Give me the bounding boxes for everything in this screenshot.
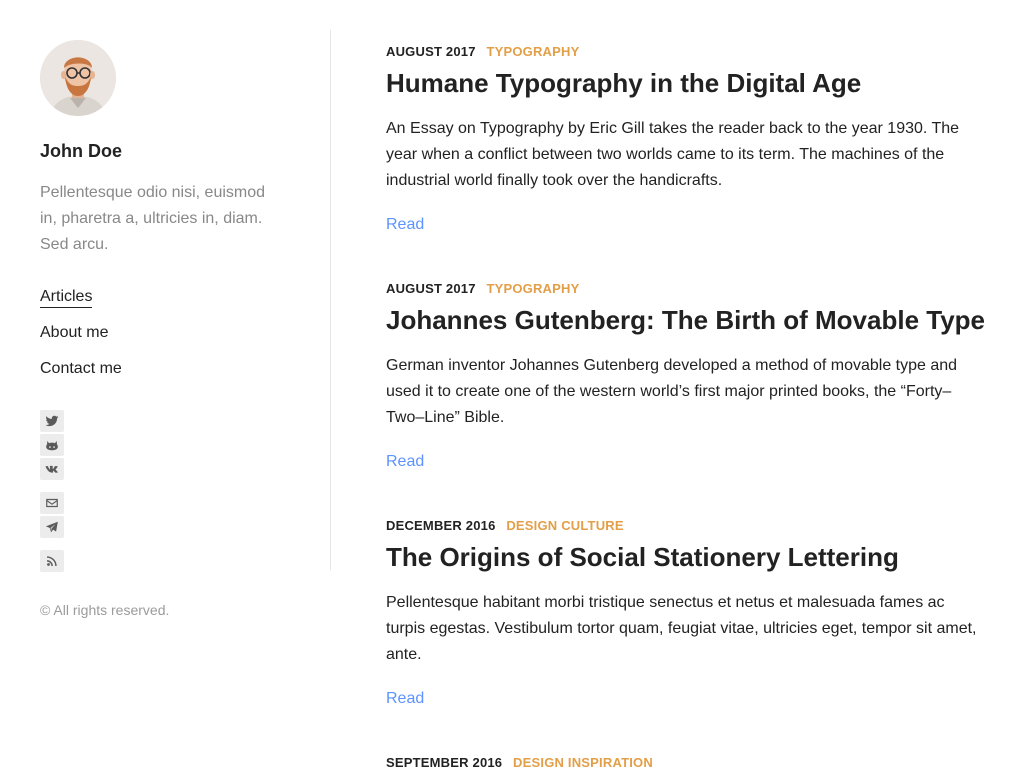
post-meta: DECEMBER 2016 DESIGN CULTURE: [386, 518, 986, 534]
main-menu: Articles About me Contact me: [40, 286, 122, 394]
post-title[interactable]: Humane Typography in the Digital Age: [386, 66, 986, 100]
post-title[interactable]: The Origins of Social Stationery Letteri…: [386, 540, 986, 574]
post-category-link[interactable]: DESIGN CULTURE: [506, 518, 623, 533]
post-date: DECEMBER 2016: [386, 518, 496, 533]
twitter-icon: [45, 415, 59, 427]
post-meta: SEPTEMBER 2016 DESIGN INSPIRATION: [386, 755, 986, 768]
post-category-link[interactable]: TYPOGRAPHY: [486, 44, 579, 59]
telegram-icon: [45, 521, 58, 533]
article-list: AUGUST 2017 TYPOGRAPHY Humane Typography…: [386, 0, 986, 768]
avatar[interactable]: [40, 40, 116, 116]
post-excerpt: Pellentesque habitant morbi tristique se…: [386, 594, 977, 663]
twitter-link[interactable]: [40, 410, 64, 432]
avatar-portrait-icon: [40, 40, 116, 116]
menu-item-articles: Articles: [40, 286, 122, 308]
read-link[interactable]: Read: [386, 688, 424, 710]
post-item: SEPTEMBER 2016 DESIGN INSPIRATION: [386, 755, 986, 768]
telegram-link[interactable]: [40, 516, 64, 538]
post-date: AUGUST 2017: [386, 44, 476, 59]
vk-icon: [45, 465, 58, 473]
vk-link[interactable]: [40, 458, 64, 480]
post-item: AUGUST 2017 TYPOGRAPHY Johannes Gutenber…: [386, 281, 986, 473]
post-category-link[interactable]: DESIGN INSPIRATION: [513, 755, 653, 768]
menu-item-contact: Contact me: [40, 358, 122, 380]
github-icon: [46, 440, 58, 451]
blog-page: John Doe Pellentesque odio nisi, euismod…: [0, 0, 1024, 768]
post-date: SEPTEMBER 2016: [386, 755, 503, 768]
email-link[interactable]: [40, 492, 64, 514]
github-link[interactable]: [40, 434, 64, 456]
post-excerpt: German inventor Johannes Gutenberg devel…: [386, 357, 958, 426]
post-item: DECEMBER 2016 DESIGN CULTURE The Origins…: [386, 518, 986, 710]
rss-link[interactable]: [40, 550, 64, 572]
post-excerpt: An Essay on Typography by Eric Gill take…: [386, 120, 960, 189]
rss-icon: [47, 556, 57, 566]
post-date: AUGUST 2017: [386, 281, 476, 296]
email-icon: [46, 498, 58, 508]
author-name: John Doe: [40, 141, 123, 161]
menu-item-about: About me: [40, 322, 122, 344]
read-link[interactable]: Read: [386, 451, 424, 473]
post-category-link[interactable]: TYPOGRAPHY: [486, 281, 579, 296]
post-item: AUGUST 2017 TYPOGRAPHY Humane Typography…: [386, 44, 986, 236]
read-link[interactable]: Read: [386, 214, 424, 236]
post-meta: AUGUST 2017 TYPOGRAPHY: [386, 44, 986, 60]
menu-link-articles[interactable]: Articles: [40, 288, 93, 308]
sidebar: John Doe Pellentesque odio nisi, euismod…: [0, 0, 330, 768]
post-title[interactable]: Johannes Gutenberg: The Birth of Movable…: [386, 303, 986, 337]
author-bio: Pellentesque odio nisi, euismod in, phar…: [40, 184, 266, 253]
sidebar-divider: [330, 30, 331, 570]
post-meta: AUGUST 2017 TYPOGRAPHY: [386, 281, 986, 297]
menu-link-contact[interactable]: Contact me: [40, 360, 122, 377]
menu-link-about[interactable]: About me: [40, 324, 108, 341]
copyright-text: © All rights reserved.: [40, 602, 170, 618]
